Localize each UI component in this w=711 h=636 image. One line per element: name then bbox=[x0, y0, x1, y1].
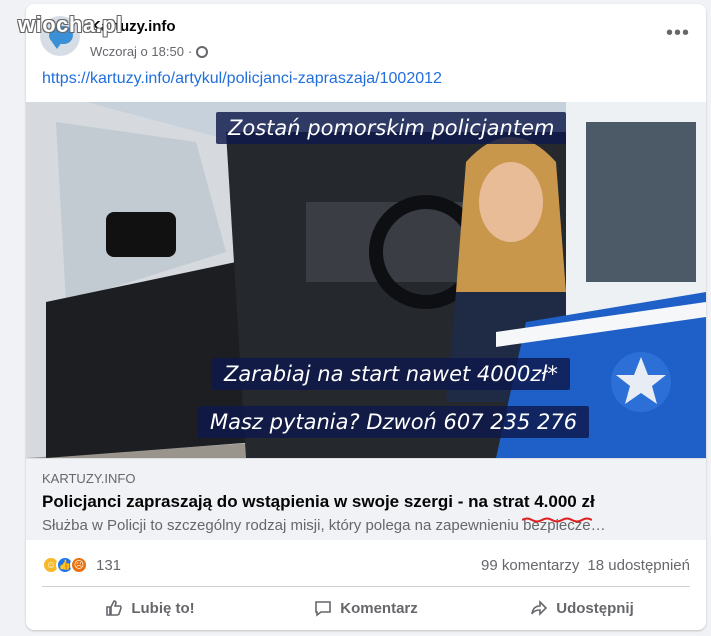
angry-reaction-icon: ☹ bbox=[70, 556, 88, 574]
post-card: Kartuzy.info Wczoraj o 18:50 · ••• https… bbox=[26, 4, 706, 630]
reactions-summary[interactable]: ☺ 👍 ☹ 131 bbox=[42, 556, 121, 574]
comment-button[interactable]: Komentarz bbox=[258, 588, 474, 628]
police-car-photo bbox=[26, 102, 706, 458]
link-preview[interactable]: KARTUZY.INFO Policjanci zapraszają do ws… bbox=[26, 458, 706, 540]
share-icon bbox=[531, 600, 548, 616]
share-button[interactable]: Udostępnij bbox=[474, 588, 690, 628]
link-preview-image[interactable]: Zostań pomorskim policjantem Zarabiaj na… bbox=[26, 102, 706, 458]
shares-count[interactable]: 18 udostępnień bbox=[587, 557, 690, 574]
post-actions: Lubię to! Komentarz Udostępnij bbox=[42, 588, 690, 628]
post-header: Kartuzy.info Wczoraj o 18:50 · ••• bbox=[26, 4, 706, 64]
thumbs-up-icon bbox=[106, 600, 123, 616]
typo-underline bbox=[522, 517, 592, 523]
comment-label: Komentarz bbox=[340, 599, 418, 617]
globe-icon bbox=[196, 45, 209, 58]
post-link[interactable]: https://kartuzy.info/artykul/policjanci-… bbox=[42, 70, 442, 88]
like-label: Lubię to! bbox=[131, 599, 195, 617]
engagement-counts: 99 komentarzy 18 udostępnień bbox=[481, 557, 690, 574]
share-label: Udostępnij bbox=[556, 599, 634, 617]
post-meta: Wczoraj o 18:50 · bbox=[90, 44, 209, 59]
meta-separator: · bbox=[187, 44, 193, 59]
reaction-count: 131 bbox=[96, 556, 122, 574]
banner-recruit: Zostań pomorskim policjantem bbox=[216, 112, 567, 144]
banner-salary: Zarabiaj na start nawet 4000zł* bbox=[212, 358, 570, 390]
comment-icon bbox=[315, 601, 332, 617]
preview-title[interactable]: Policjanci zapraszają do wstąpienia w sw… bbox=[42, 492, 595, 512]
post-stats: ☺ 👍 ☹ 131 99 komentarzy 18 udostępnień bbox=[42, 550, 690, 580]
like-button[interactable]: Lubię to! bbox=[42, 588, 258, 628]
preview-domain: KARTUZY.INFO bbox=[42, 471, 136, 486]
banner-phone: Masz pytania? Dzwoń 607 235 276 bbox=[198, 406, 590, 438]
post-timestamp[interactable]: Wczoraj o 18:50 bbox=[90, 44, 184, 59]
comments-count[interactable]: 99 komentarzy bbox=[481, 557, 579, 574]
watermark: wiocha.pl bbox=[18, 12, 123, 37]
actions-divider bbox=[42, 586, 690, 587]
more-options-button[interactable]: ••• bbox=[666, 22, 690, 45]
